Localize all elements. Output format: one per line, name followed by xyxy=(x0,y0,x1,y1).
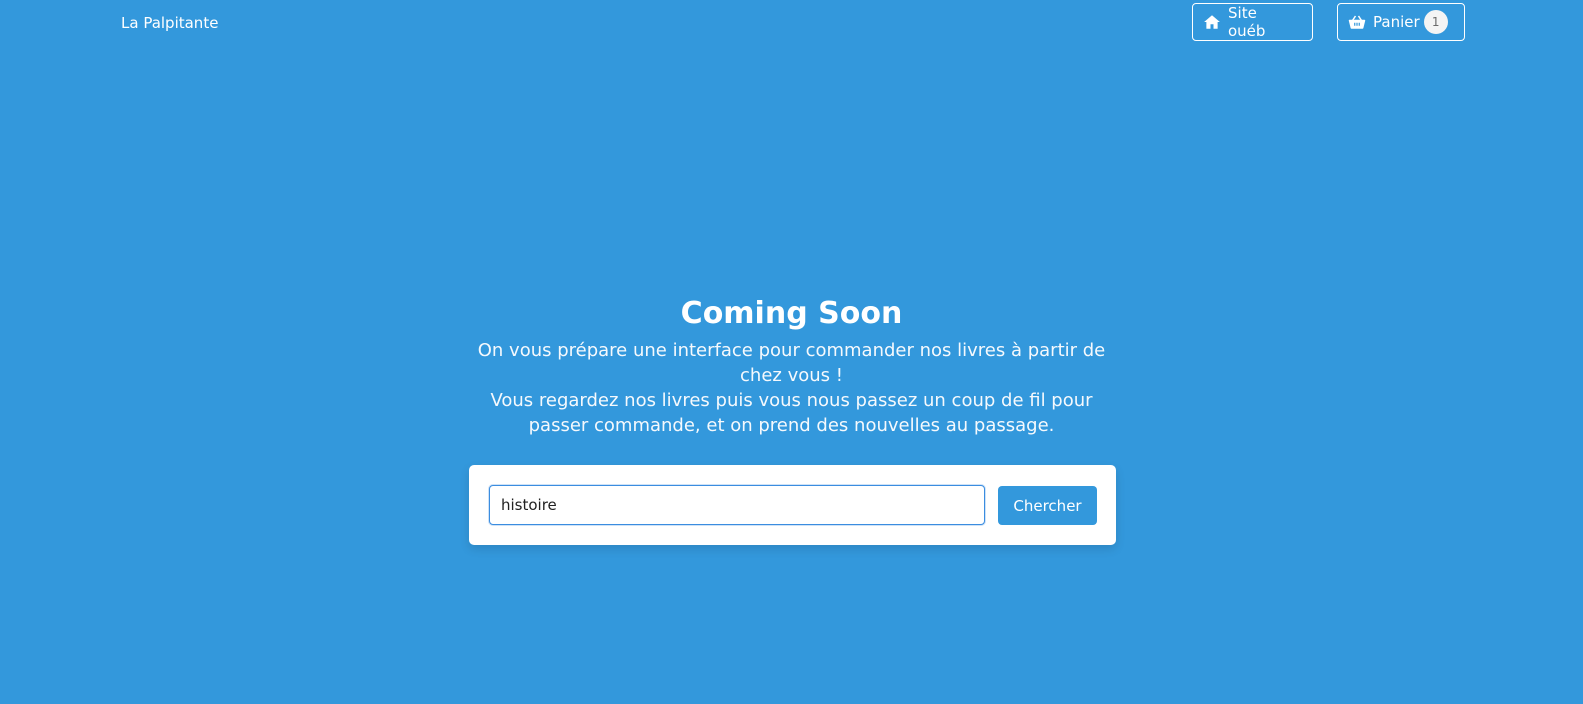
site-button-label: Site ouéb xyxy=(1228,4,1266,40)
hero-section: Coming Soon On vous prépare une interfac… xyxy=(0,294,1583,438)
search-input[interactable] xyxy=(489,485,985,525)
search-button[interactable]: Chercher xyxy=(998,486,1097,525)
page: La Palpitante Site ouéb Panier 1 Coming … xyxy=(0,0,1583,704)
cart-button[interactable]: Panier 1 xyxy=(1337,3,1465,41)
subtitle-line-2: Vous regardez nos livres puis vous nous … xyxy=(490,390,1093,436)
cart-count-badge: 1 xyxy=(1423,10,1448,34)
cart-button-label: Panier xyxy=(1373,13,1420,31)
basket-icon xyxy=(1348,13,1366,31)
subtitle-line-1: On vous prépare une interface pour comma… xyxy=(477,340,1106,386)
home-icon xyxy=(1203,13,1221,31)
page-title: Coming Soon xyxy=(680,296,903,331)
search-card: Chercher xyxy=(469,465,1116,545)
hero-subtitle: On vous prépare une interface pour comma… xyxy=(472,338,1112,438)
brand-link[interactable]: La Palpitante xyxy=(121,13,218,33)
site-button[interactable]: Site ouéb xyxy=(1192,3,1313,41)
